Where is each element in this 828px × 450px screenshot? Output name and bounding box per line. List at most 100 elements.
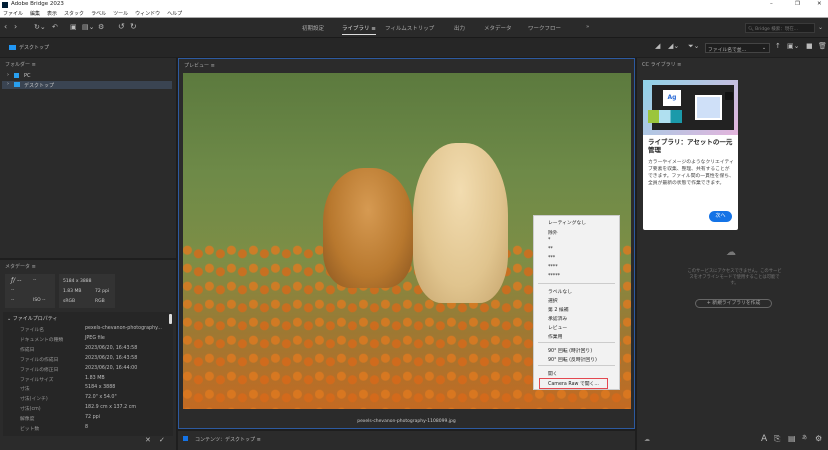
context-menu-item[interactable]: ***** — [548, 274, 560, 279]
metadata-row: ファイルの修正日 2023/06/20, 16:44:00 — [20, 366, 170, 373]
menu-file[interactable]: ファイル — [3, 10, 23, 17]
context-menu: レーティングなし 除外 * ** *** **** ***** ラベルなし 選択第 2 候補 承認… — [533, 215, 620, 390]
iso-value: ISO -- — [33, 298, 46, 303]
expand-icon[interactable]: › — [7, 72, 9, 78]
sort-direction-icon[interactable]: ↑ — [775, 42, 781, 50]
search-input[interactable]: 🔍︎ Bridge 検索：現在... — [745, 23, 815, 33]
bridge-logo-icon — [2, 2, 8, 8]
rating-filter-icon[interactable]: ◢ — [655, 42, 660, 50]
section-title: ファイルプロパティ — [12, 316, 58, 322]
metadata-value: 2023/06/20, 16:43:58 — [85, 355, 138, 361]
menu-label[interactable]: ラベル — [91, 10, 106, 17]
back-icon[interactable]: ‹ — [4, 22, 7, 31]
dimensions-value: 5184 x 3888 — [63, 279, 92, 284]
breadcrumb-desktop[interactable]: デスクトップ — [19, 44, 49, 51]
context-menu-item[interactable]: 第 2 候補 — [548, 306, 569, 313]
path-bar: デスクトップ ◢ ◢⌄ ⏷⌄ ファイル名で並... ⌄ ↑ ▣⌄ ■ 🗑︎ — [0, 38, 828, 57]
library-view-icon[interactable]: ▤ — [788, 434, 796, 443]
recent-icon[interactable]: ↻⌄ — [34, 23, 46, 31]
context-menu-item[interactable]: **** — [548, 265, 558, 270]
context-menu-item[interactable]: レビュー — [548, 324, 567, 331]
close-button[interactable]: ✕ — [817, 1, 822, 7]
menu-edit[interactable]: 編集 — [30, 10, 40, 17]
maximize-button[interactable]: ❐ — [795, 1, 800, 7]
get-photos-icon[interactable]: ▣⌄ — [787, 42, 799, 50]
folder-item-desktop[interactable]: › デスクトップ — [2, 81, 172, 89]
camera-icon[interactable]: ▣ — [70, 23, 77, 31]
context-menu-item[interactable]: * — [548, 238, 550, 243]
card-title: ライブラリ：アセットの一元管理 — [648, 138, 733, 154]
tab-library[interactable]: ライブラリ ≡ — [342, 24, 376, 35]
expand-icon[interactable]: › — [7, 81, 9, 87]
open-recent-icon[interactable]: ⚙ — [98, 23, 104, 31]
menu-help[interactable]: ヘルプ — [167, 10, 182, 17]
menu-separator — [538, 365, 615, 366]
menu-stack[interactable]: スタック — [64, 10, 84, 17]
context-menu-item[interactable]: 開く — [548, 370, 558, 377]
apply-icon[interactable]: ✓ — [159, 436, 165, 444]
content-panel-title: コンテンツ：デスクトップ ≡ — [195, 437, 261, 443]
minimize-button[interactable]: – — [770, 1, 773, 7]
camera-data-box: ƒ/ -- -- -- -- ISO -- — [5, 274, 55, 308]
boomerang-icon[interactable]: ↶ — [52, 23, 58, 31]
user-icon — [725, 92, 733, 100]
preview-filename: pexels-chevanon-photography-1108099.jpg — [357, 419, 456, 424]
search-dropdown-icon[interactable]: ⌄ — [818, 24, 823, 31]
metadata-row: ファイルの作成日 2023/06/20, 16:43:58 — [20, 356, 170, 363]
menu-window[interactable]: ウィンドウ — [135, 10, 160, 17]
place-icon[interactable]: ⎘ — [774, 434, 780, 444]
context-menu-item[interactable]: 選択 — [548, 297, 558, 304]
metadata-row: 作成日 2023/06/20, 16:43:58 — [20, 346, 170, 353]
context-menu-item[interactable]: 承認済み — [548, 315, 567, 322]
folder-label: PC — [24, 73, 31, 79]
rotate-right-icon[interactable]: ↻ — [130, 22, 137, 31]
ppi-value: 72 ppi — [95, 289, 110, 294]
tab-filmstrip[interactable]: フィルムストリップ — [385, 24, 434, 32]
quality-filter-icon[interactable]: ◢⌄ — [668, 42, 679, 50]
context-menu-item[interactable]: ラベルなし — [548, 288, 572, 295]
text-direction-icon[interactable]: あ — [802, 434, 807, 441]
next-button[interactable]: 次へ — [709, 211, 732, 222]
open-in-camera-raw-item[interactable]: Camera Raw で開く... — [539, 378, 608, 389]
new-folder-icon[interactable]: ■ — [806, 42, 813, 50]
filter-icon[interactable]: ⏷⌄ — [688, 42, 699, 51]
tab-workflow[interactable]: ワークフロー — [528, 24, 561, 32]
metadata-key: 寸法(インチ) — [20, 397, 48, 403]
metadata-value: 72.0" x 54.0" — [85, 395, 117, 401]
sort-select[interactable]: ファイル名で並... ⌄ — [705, 43, 770, 53]
library-panel: CC ライブラリ ≡ Ag ライブラリ：アセットの一元管理 カラーやイメージのよ… — [637, 58, 828, 450]
metadata-value: 1.83 MB — [85, 375, 105, 381]
cancel-icon[interactable]: ✕ — [145, 436, 151, 444]
context-menu-item[interactable]: *** — [548, 256, 555, 261]
refine-icon[interactable]: ▤⌄ — [82, 23, 94, 31]
context-menu-item[interactable]: 90° 回転 (時計回り) — [548, 347, 592, 354]
settings-icon[interactable]: ⚙ — [815, 434, 822, 443]
create-library-button[interactable]: + 新規ライブラリを作成 — [695, 299, 772, 308]
folder-item-pc[interactable]: › PC — [2, 72, 172, 80]
context-menu-item[interactable]: 90° 回転 (反時計回り) — [548, 356, 597, 363]
search-icon: 🔍︎ — [748, 27, 754, 32]
cloud-icon: ☁ — [644, 436, 650, 443]
scrollbar[interactable] — [169, 314, 172, 324]
metadata-value: 72 ppi — [85, 415, 101, 421]
menu-tools[interactable]: ツール — [113, 10, 128, 17]
rotate-left-icon[interactable]: ↺ — [118, 22, 125, 31]
menu-bar: ファイル 編集 表示 スタック ラベル ツール ウィンドウ ヘルプ — [0, 10, 828, 18]
context-menu-item[interactable]: ** — [548, 247, 553, 252]
menu-view[interactable]: 表示 — [47, 10, 57, 17]
forward-icon[interactable]: › — [14, 22, 17, 31]
more-workspaces-button[interactable]: » — [586, 24, 589, 30]
metadata-row: 寸法(cm) 182.9 cm x 137.2 cm — [20, 405, 170, 412]
text-style-icon: Ag — [663, 90, 681, 106]
text-icon[interactable]: A — [761, 434, 767, 444]
context-menu-item[interactable]: 除外 — [548, 229, 558, 236]
trash-icon[interactable]: 🗑︎ — [818, 42, 827, 50]
tab-output[interactable]: 出力 — [454, 24, 465, 32]
context-menu-item[interactable]: 作業用 — [548, 333, 562, 340]
tab-metadata[interactable]: メタデータ — [484, 24, 512, 32]
folders-panel: フォルダー ≡ › PC › デスクトップ — [0, 58, 176, 258]
section-toggle[interactable]: ⌄ ファイルプロパティ — [7, 315, 57, 322]
card-body: カラーやイメージのようなクリエイティブ要素を収集、整理、共有することができます。… — [648, 160, 734, 186]
tab-essentials[interactable]: 初期設定 — [302, 24, 324, 32]
context-menu-item[interactable]: レーティングなし — [548, 219, 586, 226]
